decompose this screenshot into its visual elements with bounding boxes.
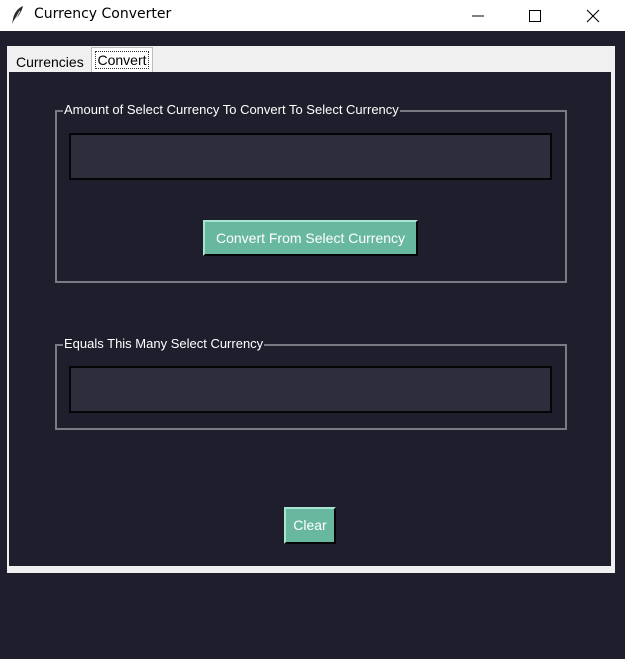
maximize-icon — [529, 9, 541, 22]
tab-convert[interactable]: Convert — [91, 47, 153, 72]
tab-convert-label: Convert — [95, 51, 149, 69]
title-bar: Currency Converter — [0, 0, 625, 31]
minimize-icon — [472, 15, 484, 16]
result-frame: Equals This Many Select Currency — [55, 335, 567, 430]
amount-frame-title: Amount of Select Currency To Convert To … — [63, 101, 400, 119]
amount-frame: Amount of Select Currency To Convert To … — [55, 101, 567, 283]
window-title: Currency Converter — [34, 6, 172, 22]
tab-currencies-label: Currencies — [16, 54, 84, 70]
convert-page: Amount of Select Currency To Convert To … — [9, 72, 611, 566]
result-output[interactable] — [69, 366, 552, 413]
maximize-button[interactable] — [512, 0, 558, 31]
notebook: Currencies Convert Amount of Select Curr… — [7, 46, 615, 573]
minimize-button[interactable] — [455, 0, 501, 31]
close-icon — [586, 9, 600, 22]
feather-icon — [12, 6, 23, 24]
tab-currencies[interactable]: Currencies — [8, 50, 88, 74]
clear-button[interactable]: Clear — [284, 507, 336, 544]
convert-button[interactable]: Convert From Select Currency — [203, 220, 418, 256]
close-button[interactable] — [570, 0, 616, 31]
result-frame-title: Equals This Many Select Currency — [63, 335, 265, 353]
amount-input[interactable] — [69, 133, 552, 180]
